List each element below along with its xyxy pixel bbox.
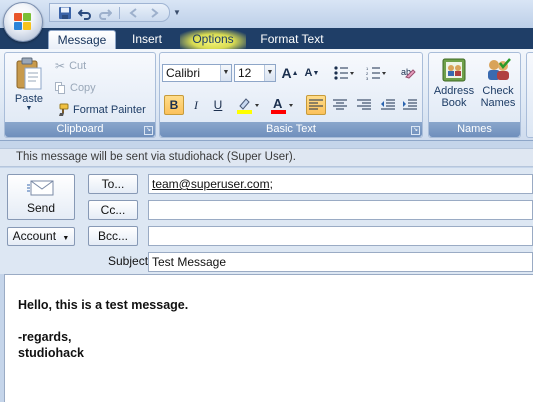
align-right-icon[interactable] — [354, 95, 374, 115]
bold-label: B — [169, 98, 179, 112]
basic-text-dialog-launcher-icon[interactable]: ↘ — [411, 126, 420, 135]
to-button[interactable]: To... — [88, 174, 138, 194]
align-left-icon[interactable] — [306, 95, 326, 115]
redo-icon[interactable] — [96, 5, 114, 21]
send-button[interactable]: Send — [7, 174, 75, 220]
scissors-icon: ✂ — [55, 59, 66, 73]
body-line: studiohack — [18, 346, 84, 360]
quick-access-toolbar — [49, 3, 170, 22]
clipboard-group: Paste ▼ ✂ Cut Copy Format Painter Clipbo… — [4, 52, 156, 138]
qat-separator — [119, 6, 120, 19]
font-size-combo[interactable]: 12 ▼ — [234, 64, 276, 82]
customize-toolbar-chevron-icon[interactable]: ▼ — [172, 5, 182, 19]
paste-icon — [16, 57, 42, 90]
address-book-label-line1: Address — [433, 85, 475, 97]
next-group-edge — [526, 52, 533, 138]
copy-button[interactable]: Copy — [55, 82, 96, 94]
body-line: Hello, this is a test message. — [18, 298, 189, 312]
tab-insert[interactable]: Insert — [122, 30, 172, 49]
check-names-label-line2: Names — [480, 97, 516, 109]
save-icon[interactable] — [56, 5, 74, 21]
font-size-dropdown-icon[interactable]: ▼ — [264, 65, 275, 81]
paste-label: Paste — [14, 93, 44, 105]
account-dropdown-icon: ▼ — [62, 235, 70, 242]
subject-label: Subject: — [108, 254, 152, 268]
subject-field[interactable]: Test Message — [148, 252, 533, 272]
body-line: -regards, — [18, 330, 72, 344]
cut-label: Cut — [69, 60, 87, 72]
copy-label: Copy — [70, 82, 96, 94]
font-color-icon: A — [271, 96, 293, 114]
check-names-label-line1: Check — [482, 85, 514, 97]
highlighter-icon — [237, 98, 259, 114]
to-field[interactable]: team@superuser.com; — [148, 174, 533, 194]
address-book-label-line2: Book — [441, 97, 467, 109]
shrink-font-icon[interactable]: A ▼ — [302, 63, 322, 83]
message-header-form: Send Account ▼ To... team@superuser.com;… — [0, 168, 533, 274]
font-name-value: Calibri — [166, 66, 201, 80]
paste-dropdown-icon[interactable]: ▼ — [26, 105, 33, 112]
ribbon-tabs: Message Insert Options Format Text — [0, 28, 533, 49]
cut-button[interactable]: ✂ Cut — [55, 59, 86, 73]
cc-button[interactable]: Cc... — [88, 200, 138, 220]
info-bar: This message will be sent via studiohack… — [0, 148, 533, 167]
numbering-icon[interactable]: 123 — [362, 63, 390, 83]
underline-label: U — [213, 98, 223, 112]
format-painter-button[interactable]: Format Painter — [55, 103, 146, 117]
bullets-icon[interactable] — [330, 63, 358, 83]
copy-icon — [55, 82, 66, 94]
address-book-button[interactable]: Address Book — [431, 57, 477, 109]
paste-button[interactable]: Paste ▼ — [9, 56, 49, 112]
title-bar: ▼ — [0, 0, 533, 42]
cc-field[interactable] — [148, 200, 533, 220]
envelope-send-icon — [27, 180, 54, 196]
account-button[interactable]: Account ▼ — [7, 227, 75, 246]
font-name-combo[interactable]: Calibri ▼ — [162, 64, 232, 82]
tab-message[interactable]: Message — [48, 30, 116, 49]
font-name-dropdown-icon[interactable]: ▼ — [220, 65, 231, 81]
decrease-indent-icon[interactable] — [378, 95, 398, 115]
align-center-icon[interactable] — [330, 95, 350, 115]
underline-button[interactable]: U — [208, 95, 228, 115]
paintbrush-icon — [59, 103, 69, 116]
clear-formatting-icon[interactable]: ab — [398, 63, 418, 83]
undo-icon[interactable] — [76, 5, 94, 21]
clipboard-group-label: Clipboard — [5, 122, 155, 137]
address-book-icon — [442, 58, 466, 82]
grow-font-icon[interactable]: A ▲ — [280, 63, 300, 83]
send-label: Send — [26, 201, 56, 215]
to-separator: ; — [269, 177, 273, 191]
names-group-label: Names — [429, 122, 520, 137]
next-icon[interactable] — [145, 5, 163, 21]
office-button[interactable] — [3, 2, 43, 42]
bold-button[interactable]: B — [164, 95, 184, 115]
italic-label: I — [194, 97, 198, 112]
bcc-button[interactable]: Bcc... — [88, 226, 138, 246]
bcc-field[interactable] — [148, 226, 533, 246]
check-names-icon — [488, 58, 511, 80]
previous-icon[interactable] — [125, 5, 143, 21]
tab-options[interactable]: Options — [180, 30, 246, 49]
ribbon: Paste ▼ ✂ Cut Copy Format Painter Clipbo… — [0, 49, 533, 141]
svg-text:3: 3 — [366, 76, 369, 80]
clipboard-dialog-launcher-icon[interactable]: ↘ — [144, 126, 153, 135]
font-color-button[interactable]: A — [268, 95, 298, 115]
svg-text:A: A — [273, 96, 283, 111]
office-logo-icon — [14, 13, 32, 31]
basic-text-group: Calibri ▼ 12 ▼ A ▲ A ▼ 123 ab B I U A Ba… — [159, 52, 423, 138]
message-body[interactable]: Hello, this is a test message. -regards,… — [4, 274, 533, 402]
italic-button[interactable]: I — [186, 95, 206, 115]
account-label: Account — [12, 229, 57, 243]
names-group: Address Book Check Names Names — [428, 52, 521, 138]
tab-format-text[interactable]: Format Text — [254, 30, 330, 49]
to-recipient[interactable]: team@superuser.com — [152, 177, 270, 191]
format-painter-label: Format Painter — [73, 104, 146, 116]
check-names-button[interactable]: Check Names — [477, 57, 519, 109]
increase-indent-icon[interactable] — [400, 95, 420, 115]
font-size-value: 12 — [238, 66, 252, 80]
basic-text-group-label: Basic Text — [160, 122, 422, 137]
highlight-button[interactable] — [234, 95, 264, 115]
body-line — [18, 313, 533, 329]
